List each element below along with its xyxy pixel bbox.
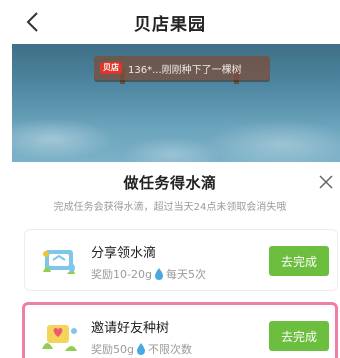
task-name: 分享领水滴 bbox=[91, 246, 157, 261]
back-button[interactable] bbox=[18, 8, 46, 36]
complete-task-button[interactable]: 去完成 bbox=[269, 246, 329, 276]
beidian-logo-badge: 贝店 bbox=[100, 62, 122, 74]
task-reward: 奖励10-20g 每天5次 bbox=[91, 266, 206, 282]
task-panel-subtitle: 完成任务会获得水滴，超过当天24点未领取会消失哦 bbox=[53, 202, 287, 213]
task-panel: 做任务得水滴 完成任务会获得水滴，超过当天24点未领取会消失哦 分享领水滴 奖励… bbox=[0, 162, 340, 358]
activity-ticker-text: 136*...刚刚种下了一棵树 bbox=[128, 64, 242, 76]
chevron-left-icon bbox=[26, 12, 38, 32]
task-panel-title: 做任务得水滴 bbox=[123, 174, 217, 192]
share-gift-icon bbox=[39, 242, 79, 280]
close-icon bbox=[319, 175, 333, 189]
task-reward-frequency: 不限次数 bbox=[147, 343, 192, 356]
task-reward: 奖励50g 不限次数 bbox=[91, 341, 192, 357]
page-title: 贝店果园 bbox=[134, 14, 206, 35]
task-card-invite: 邀请好友种树 奖励50g 不限次数 去完成 bbox=[22, 302, 338, 358]
close-button[interactable] bbox=[314, 170, 338, 194]
task-reward-amount: 奖励50g bbox=[91, 343, 134, 356]
task-reward-amount: 奖励10-20g bbox=[91, 268, 152, 281]
task-reward-frequency: 每天5次 bbox=[165, 268, 206, 281]
complete-task-button[interactable]: 去完成 bbox=[269, 321, 329, 351]
water-drop-icon bbox=[154, 268, 163, 280]
activity-ticker-sign: 贝店 136*...刚刚种下了一棵树 bbox=[94, 56, 270, 80]
water-drop-icon bbox=[136, 343, 145, 355]
invite-friend-icon bbox=[39, 317, 79, 355]
task-name: 邀请好友种树 bbox=[91, 321, 170, 336]
orchard-scene: 贝店 136*...刚刚种下了一棵树 bbox=[12, 44, 340, 162]
task-card-share: 分享领水滴 奖励10-20g 每天5次 去完成 bbox=[24, 229, 338, 291]
top-nav-bar: 贝店果园 bbox=[0, 0, 340, 44]
